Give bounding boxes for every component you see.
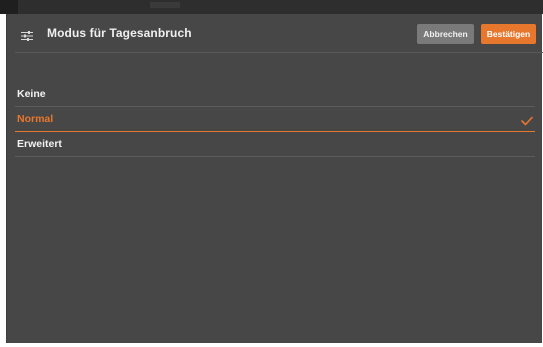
confirm-button[interactable]: Bestätigen — [481, 24, 536, 44]
screen: Modus für Tagesanbruch Abbrechen Bestäti… — [0, 0, 543, 347]
dialog-header: Modus für Tagesanbruch Abbrechen Bestäti… — [15, 14, 543, 53]
background-block — [0, 0, 18, 14]
option-erweitert[interactable]: Erweitert — [15, 132, 535, 157]
dialog-title: Modus für Tagesanbruch — [47, 26, 192, 40]
mode-dialog: Modus für Tagesanbruch Abbrechen Bestäti… — [6, 14, 543, 343]
option-keine[interactable]: Keine — [15, 82, 535, 107]
option-label: Normal — [17, 113, 54, 125]
background-app-bar — [0, 0, 543, 14]
checkmark-icon — [521, 113, 533, 126]
sliders-icon — [21, 28, 33, 41]
option-normal[interactable]: Normal — [15, 107, 535, 132]
option-label: Keine — [17, 88, 46, 100]
cancel-button[interactable]: Abbrechen — [417, 24, 474, 44]
background-text — [150, 2, 180, 8]
option-label: Erweitert — [17, 138, 62, 150]
options-list: Keine Normal Erweitert — [15, 82, 535, 157]
